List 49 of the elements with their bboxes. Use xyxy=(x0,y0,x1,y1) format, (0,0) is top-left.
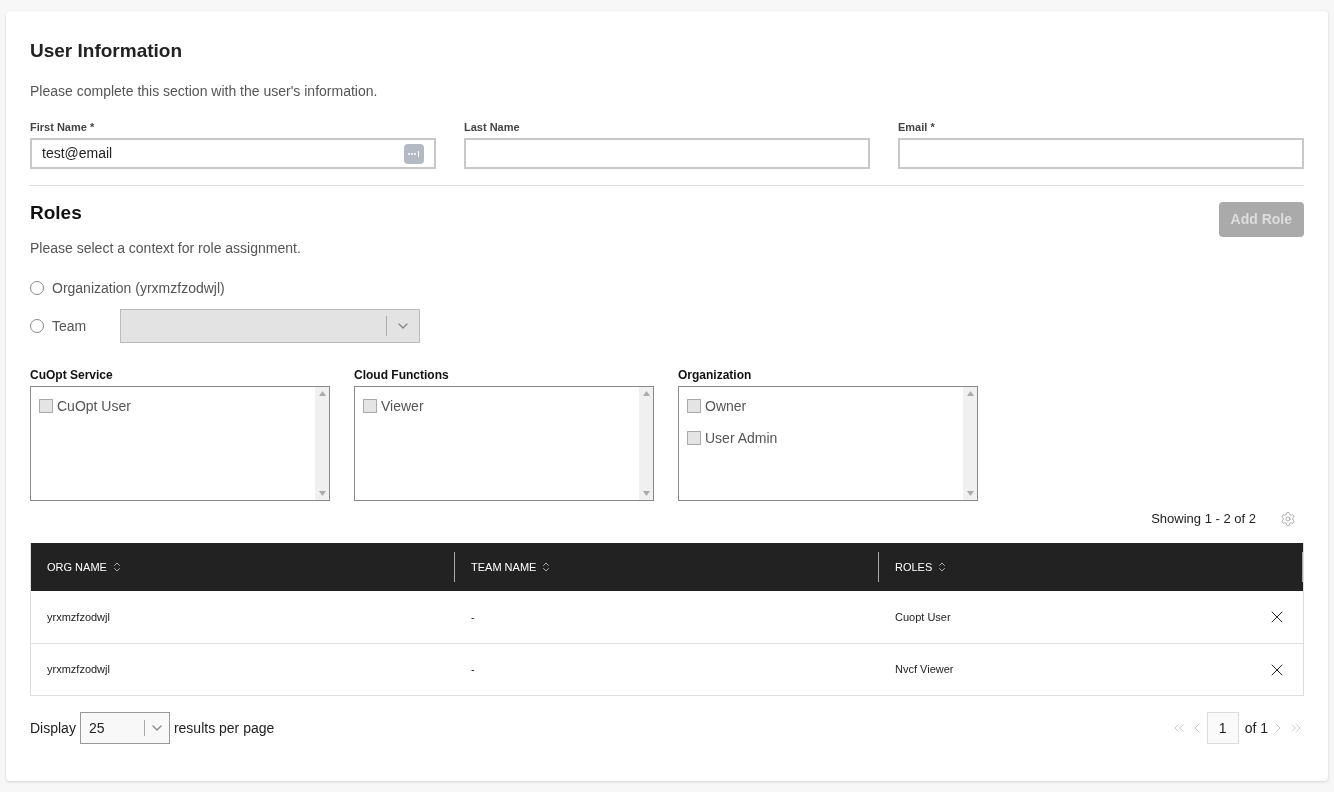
page-size-select[interactable]: 25 xyxy=(79,712,170,744)
input-field[interactable] xyxy=(898,138,1304,169)
scroll-up-icon[interactable] xyxy=(318,391,326,396)
results-summary: Showing 1 - 2 of 2 xyxy=(1151,510,1256,529)
password-manager-icon[interactable] xyxy=(404,143,424,164)
table-cell-text: Nvcf Viewer xyxy=(895,662,954,678)
column-header[interactable]: ROLES xyxy=(895,558,933,576)
section-description: Please complete this section with the user's information. xyxy=(30,82,379,101)
table-cell-text: - xyxy=(471,609,475,625)
scrollbar[interactable] xyxy=(315,387,329,500)
section-title: Roles xyxy=(30,201,83,225)
checkbox-label: CuOpt User xyxy=(57,396,131,416)
checkbox[interactable] xyxy=(687,431,701,445)
scrollbar[interactable] xyxy=(963,387,977,500)
table-cell-text: yrxmzfzodwjl xyxy=(47,609,110,625)
page-count: of 1 xyxy=(1244,718,1268,738)
table-cell-text: - xyxy=(471,662,475,678)
group-title: CuOpt Service xyxy=(30,367,114,383)
radio-label: Team xyxy=(52,316,88,336)
field-label: Last Name xyxy=(464,120,521,135)
input-field[interactable] xyxy=(464,138,870,169)
settings-icon[interactable] xyxy=(1280,511,1296,527)
table-cell-text: Cuopt User xyxy=(895,609,951,625)
radio-label: Organization (yrxmzfzodwjl) xyxy=(52,278,225,298)
group-title: Organization xyxy=(678,367,753,383)
field-label: Email * xyxy=(898,120,936,135)
scroll-up-icon[interactable] xyxy=(642,391,650,396)
scrollbar[interactable] xyxy=(639,387,653,500)
table-cell-text: yrxmzfzodwjl xyxy=(47,662,110,678)
per-page-label: results per page xyxy=(173,718,275,738)
input-field[interactable]: test@email xyxy=(30,138,436,169)
section-description: Please select a context for role assignment. xyxy=(30,239,301,258)
checkbox-label: User Admin xyxy=(705,428,778,448)
column-header[interactable]: ORG NAME xyxy=(47,558,107,576)
scroll-down-icon[interactable] xyxy=(318,491,326,496)
page-number-field[interactable]: 1 xyxy=(1206,712,1239,744)
scroll-up-icon[interactable] xyxy=(966,391,974,396)
field-label: First Name * xyxy=(30,120,96,135)
section-title: User Information xyxy=(30,39,184,63)
checkbox[interactable] xyxy=(39,399,53,413)
checkbox[interactable] xyxy=(363,399,377,413)
checkbox[interactable] xyxy=(687,399,701,413)
column-header[interactable]: TEAM NAME xyxy=(471,558,537,576)
checkbox-label: Owner xyxy=(705,396,747,416)
display-label: Display xyxy=(30,718,76,738)
scroll-down-icon[interactable] xyxy=(642,491,650,496)
scroll-down-icon[interactable] xyxy=(966,491,974,496)
group-title: Cloud Functions xyxy=(354,367,450,383)
checkbox-label: Viewer xyxy=(381,396,424,416)
